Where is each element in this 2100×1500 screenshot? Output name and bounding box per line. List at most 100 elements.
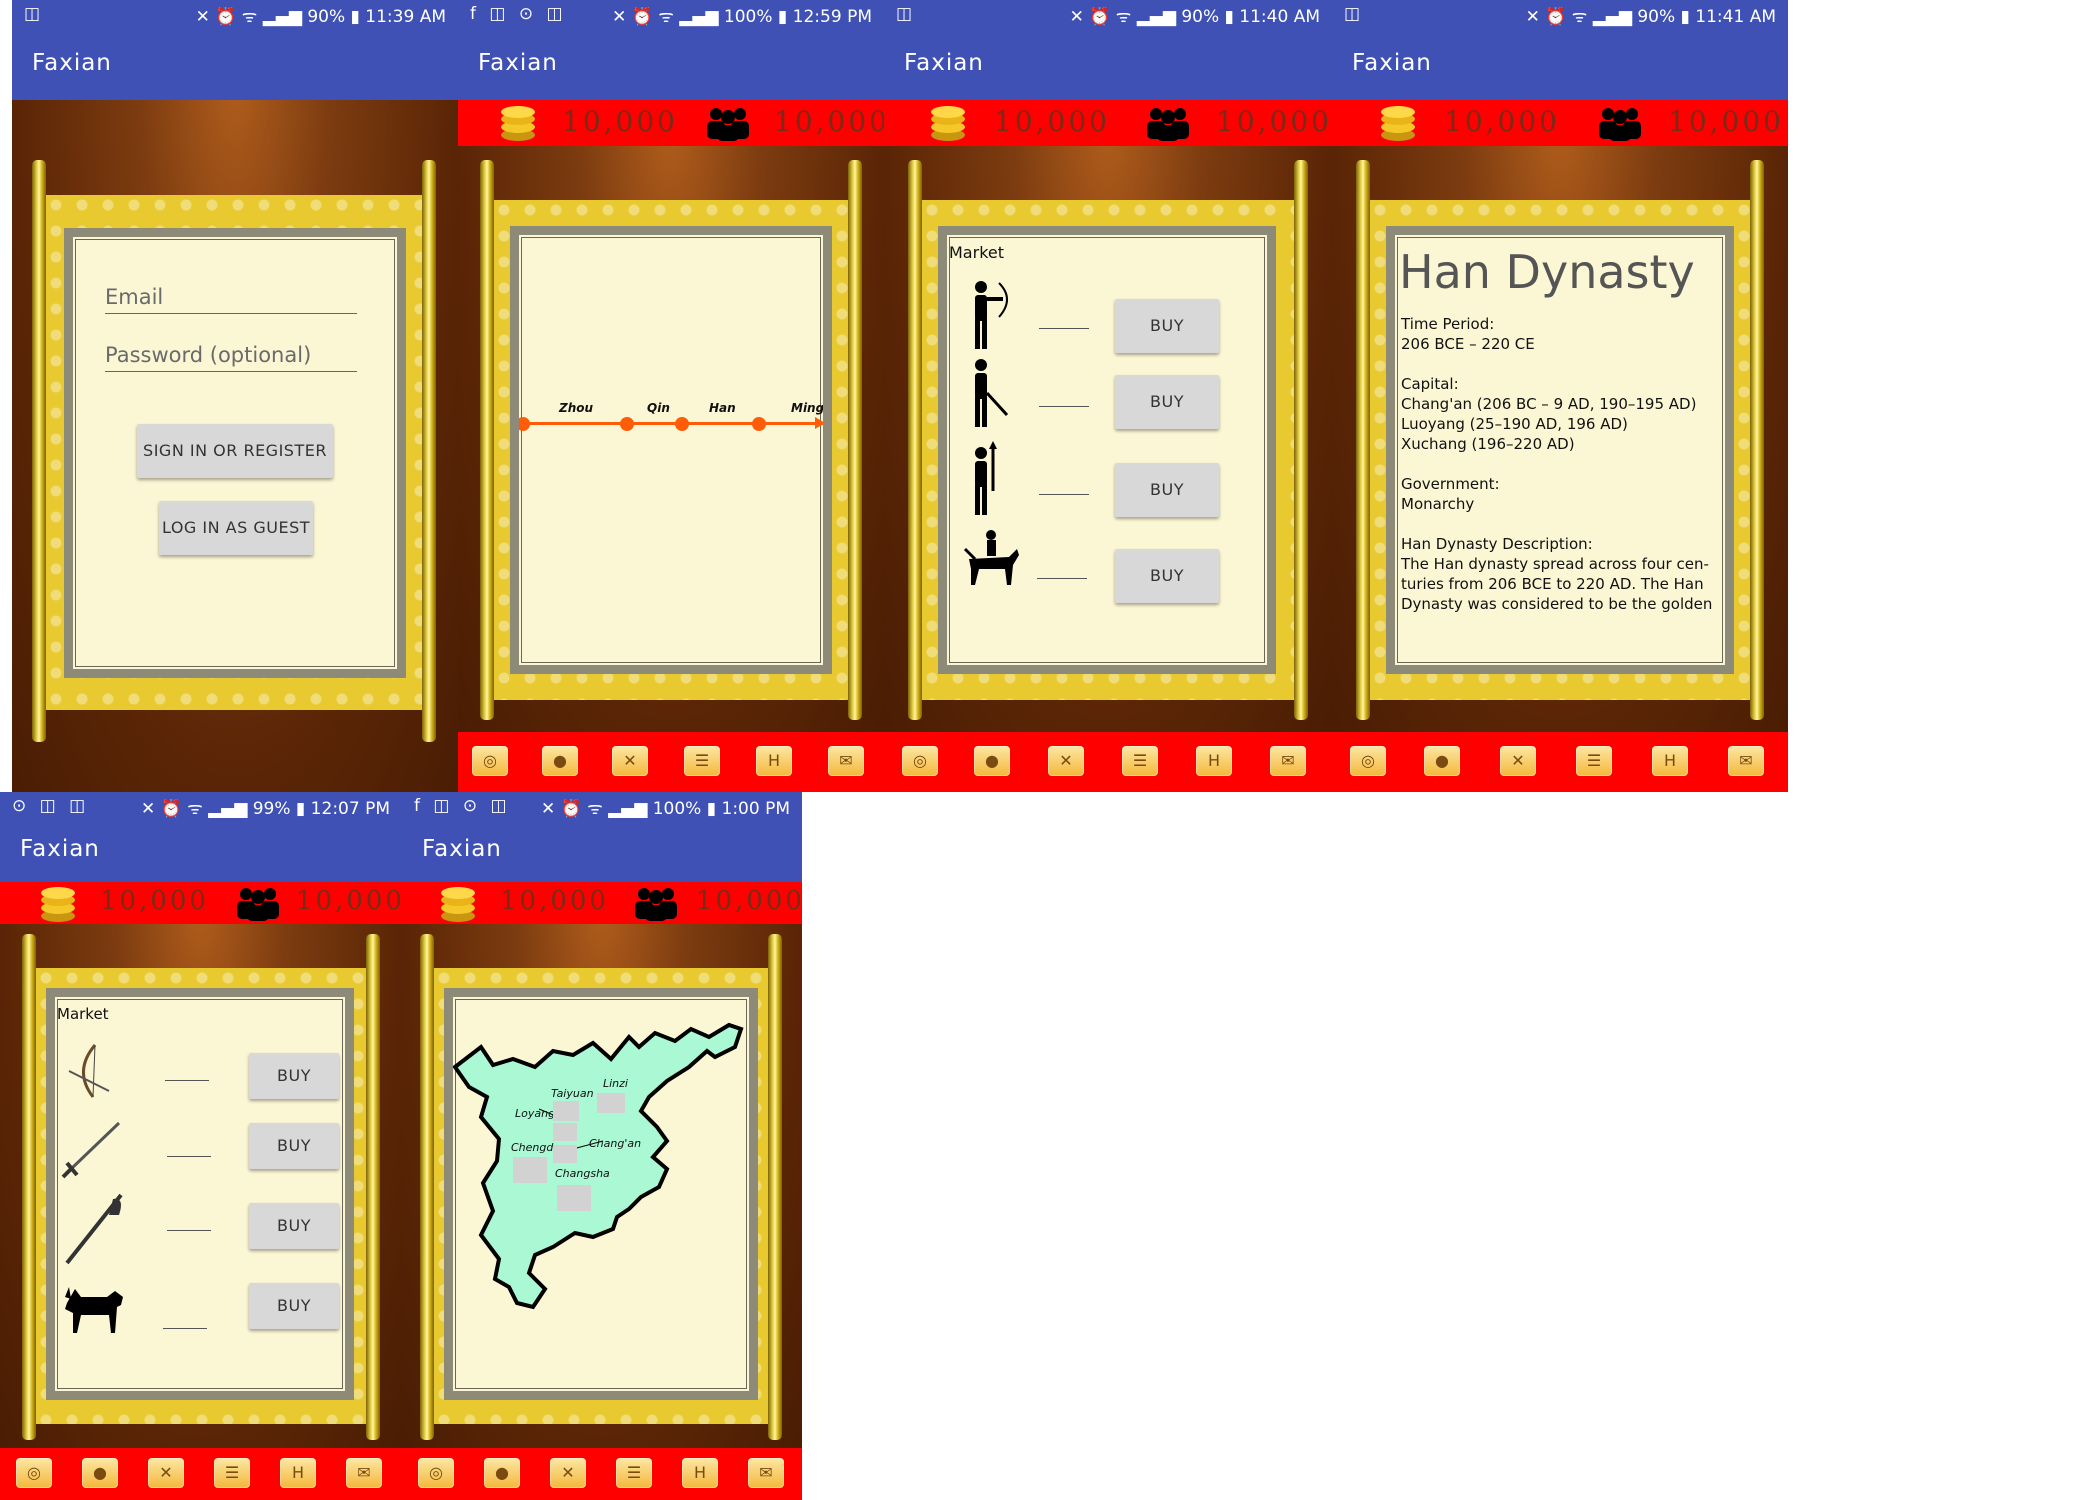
era-label-ming[interactable]: Ming — [791, 401, 823, 415]
coin-stack-icon — [501, 106, 535, 141]
dynasty-info-line: Time Period: — [1401, 315, 1495, 333]
timeline-point-han-ming[interactable] — [752, 417, 766, 431]
gold-amount: 10,000 — [500, 886, 609, 916]
city-label-linzi[interactable]: Linzi — [603, 1077, 628, 1090]
status-bar: ◫ ✕ ⏰ ᯤ ▂▄▆ 90% ▮ 11:40 AM — [884, 0, 1332, 28]
buy-horse-button[interactable]: BUY — [249, 1283, 339, 1329]
palace-icon[interactable]: ☰ — [684, 746, 720, 776]
scroll-icon[interactable]: ✉ — [1728, 746, 1764, 776]
dynasty-info-panel: Han Dynasty Time Period: 206 BCE – 220 C… — [1386, 226, 1734, 674]
timeline-point-zhou-qin[interactable] — [620, 417, 634, 431]
buy-swordsman-button[interactable]: BUY — [1115, 375, 1219, 429]
city-label-taiyuan[interactable]: Taiyuan — [551, 1087, 594, 1100]
scroll-icon[interactable]: ✉ — [346, 1458, 382, 1488]
buy-bow-button[interactable]: BUY — [249, 1053, 339, 1099]
cavalry-icon — [963, 530, 1019, 585]
compass-icon[interactable]: ◎ — [902, 746, 938, 776]
era-label-han[interactable]: Han — [709, 401, 736, 415]
status-bar: ◫ ✕ ⏰ ᯤ ▂▄▆ 90% ▮ 11:39 AM — [12, 0, 458, 28]
troop-count-swordsman — [1039, 405, 1089, 407]
app-title: Faxian — [904, 50, 984, 76]
swords-icon[interactable]: ✕ — [550, 1458, 586, 1488]
password-field[interactable]: Password (optional) — [105, 343, 357, 372]
castle-icon[interactable] — [553, 1101, 579, 1121]
status-icons-left: f ◫ ⊙ ◫ — [414, 796, 511, 816]
bottom-nav-bar: ◎ ● ✕ ☰ H ✉ — [458, 732, 884, 792]
scroll-icon[interactable]: ✉ — [1270, 746, 1306, 776]
resource-bar: 10,000 10,000 — [0, 882, 402, 924]
map-panel: Taiyuan Linzi Loyang Chengdu Chang'an Ch… — [444, 988, 758, 1400]
globe-icon[interactable]: ● — [484, 1458, 520, 1488]
item-count-bow — [165, 1079, 209, 1081]
castle-icon[interactable] — [553, 1123, 577, 1141]
palace-icon[interactable]: ☰ — [1576, 746, 1612, 776]
globe-icon[interactable]: ● — [1424, 746, 1460, 776]
dynasty-info-line: Chang'an (206 BC – 9 AD, 190–195 AD) — [1401, 395, 1697, 413]
status-icons-left: f ◫ ⊙ ◫ — [470, 4, 567, 24]
item-count-horse — [163, 1327, 207, 1329]
swords-icon[interactable]: ✕ — [612, 746, 648, 776]
scroll-roller-right — [848, 160, 862, 720]
city-label-loyang[interactable]: Loyang — [515, 1107, 555, 1120]
compass-icon[interactable]: ◎ — [418, 1458, 454, 1488]
swords-icon[interactable]: ✕ — [148, 1458, 184, 1488]
city-label-changan[interactable]: Chang'an — [589, 1137, 641, 1150]
sign-in-button[interactable]: SIGN IN OR REGISTER — [137, 424, 333, 478]
population-amount: 10,000 — [696, 886, 802, 916]
wood-backdrop: Market BUY BUY BUY BUY — [0, 924, 402, 1448]
screen-map: f ◫ ⊙ ◫ ✕ ⏰ ᯤ ▂▄▆ 100% ▮ 1:00 PM Faxian … — [402, 792, 802, 1500]
gate-icon[interactable]: H — [756, 746, 792, 776]
buy-archer-button[interactable]: BUY — [1115, 299, 1219, 353]
population-icon — [635, 888, 677, 921]
gate-icon[interactable]: H — [1652, 746, 1688, 776]
palace-icon[interactable]: ☰ — [1122, 746, 1158, 776]
bottom-nav-bar: ◎ ● ✕ ☰ H ✉ — [0, 1448, 402, 1500]
app-title: Faxian — [32, 50, 112, 76]
gate-icon[interactable]: H — [682, 1458, 718, 1488]
timeline-point-start[interactable] — [519, 417, 530, 431]
castle-icon[interactable] — [597, 1093, 625, 1113]
palace-icon[interactable]: ☰ — [616, 1458, 652, 1488]
scroll-icon[interactable]: ✉ — [748, 1458, 784, 1488]
globe-icon[interactable]: ● — [974, 746, 1010, 776]
castle-icon[interactable] — [553, 1145, 577, 1163]
email-field[interactable]: Email — [105, 285, 357, 314]
scroll-roller-left — [908, 160, 922, 720]
buy-cavalry-button[interactable]: BUY — [1115, 549, 1219, 603]
timeline-arrow — [815, 417, 823, 429]
troop-count-cavalry — [1037, 577, 1087, 579]
buy-sword-button[interactable]: BUY — [249, 1123, 339, 1169]
era-label-qin[interactable]: Qin — [647, 401, 670, 415]
buy-spearman-button[interactable]: BUY — [1115, 463, 1219, 517]
wood-backdrop: Email Password (optional) SIGN IN OR REG… — [12, 100, 458, 792]
coin-stack-icon — [41, 887, 75, 922]
market-title: Market — [949, 243, 1004, 262]
gold-amount: 10,000 — [562, 105, 678, 138]
castle-icon[interactable] — [557, 1185, 591, 1211]
spearman-icon — [975, 441, 997, 515]
item-count-sword — [167, 1155, 211, 1157]
castle-icon[interactable] — [513, 1157, 547, 1183]
gate-icon[interactable]: H — [280, 1458, 316, 1488]
globe-icon[interactable]: ● — [542, 746, 578, 776]
scroll-icon[interactable]: ✉ — [828, 746, 864, 776]
screen-market-troops: ◫ ✕ ⏰ ᯤ ▂▄▆ 90% ▮ 11:40 AM Faxian 10,000… — [884, 0, 1332, 792]
scroll-roller-left — [420, 934, 434, 1440]
palace-icon[interactable]: ☰ — [214, 1458, 250, 1488]
globe-icon[interactable]: ● — [82, 1458, 118, 1488]
era-label-zhou[interactable]: Zhou — [559, 401, 593, 415]
compass-icon[interactable]: ◎ — [16, 1458, 52, 1488]
status-icons-left: ⊙ ◫ ◫ — [12, 796, 90, 816]
resource-bar: 10,000 10,000 — [402, 882, 802, 924]
gate-icon[interactable]: H — [1196, 746, 1232, 776]
compass-icon[interactable]: ◎ — [472, 746, 508, 776]
compass-icon[interactable]: ◎ — [1350, 746, 1386, 776]
swords-icon[interactable]: ✕ — [1500, 746, 1536, 776]
city-label-changsha[interactable]: Changsha — [555, 1167, 610, 1180]
buy-glaive-button[interactable]: BUY — [249, 1203, 339, 1249]
horse-icon — [65, 1287, 123, 1333]
swords-icon[interactable]: ✕ — [1048, 746, 1084, 776]
app-title: Faxian — [478, 50, 558, 76]
timeline-point-qin-han[interactable] — [675, 417, 689, 431]
guest-login-button[interactable]: LOG IN AS GUEST — [159, 501, 313, 555]
